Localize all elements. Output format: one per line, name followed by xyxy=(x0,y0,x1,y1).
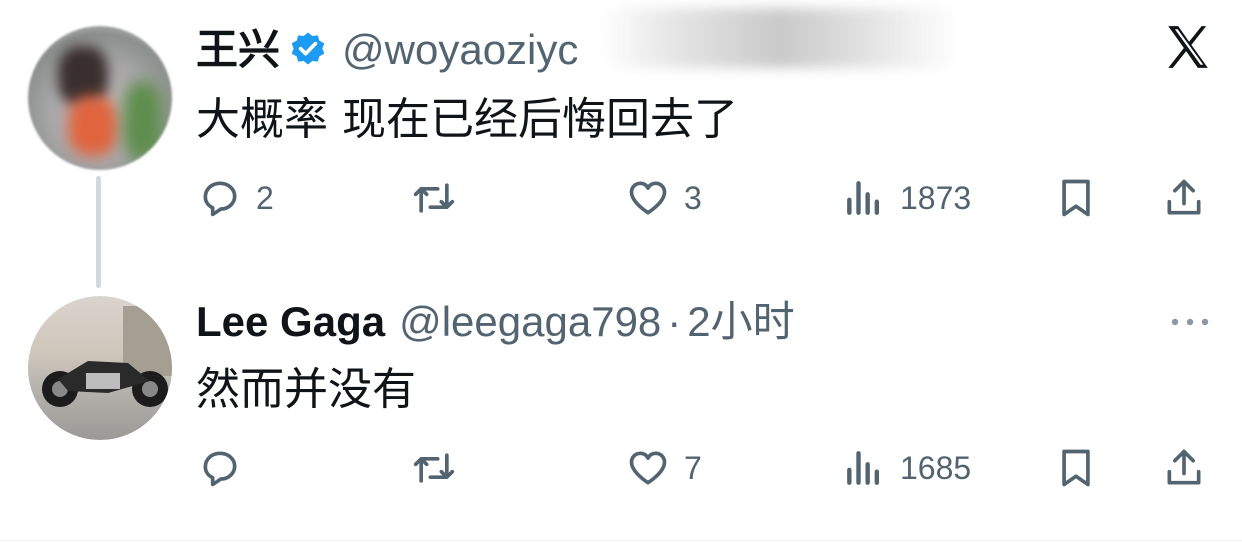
like-button[interactable]: 3 xyxy=(626,176,702,220)
views-count: 1873 xyxy=(900,179,972,216)
avatar[interactable] xyxy=(28,26,172,170)
more-icon[interactable] xyxy=(1168,312,1212,332)
author-name[interactable]: Lee Gaga xyxy=(196,298,385,346)
bookmark-button[interactable] xyxy=(1054,446,1098,490)
reply-button[interactable]: 2 xyxy=(198,176,274,220)
reply-count: 2 xyxy=(256,179,274,216)
share-icon xyxy=(1167,449,1201,485)
author-handle[interactable]: @leegaga798 xyxy=(399,298,661,346)
retweet-button[interactable] xyxy=(412,176,470,220)
bookmark-button[interactable] xyxy=(1054,176,1098,220)
avatar[interactable] xyxy=(28,296,172,440)
tweet-header: 王兴 @woyaoziyc xyxy=(196,26,578,74)
heart-icon xyxy=(629,181,667,215)
views-button[interactable]: 1685 xyxy=(842,446,971,490)
share-icon xyxy=(1167,179,1201,215)
separator: · xyxy=(667,298,682,345)
motorcycle-image xyxy=(42,361,168,407)
reply-button[interactable] xyxy=(198,446,256,490)
like-count: 7 xyxy=(684,449,702,486)
author-name[interactable]: 王兴 xyxy=(196,26,280,74)
like-count: 3 xyxy=(684,179,702,216)
tweet-1[interactable]: 王兴 @woyaoziyc 大概率 现在已经后悔回去了 2 3 1873 xyxy=(0,0,1242,260)
redaction-blur xyxy=(600,8,960,68)
retweet-icon xyxy=(413,453,455,483)
tweet-text: 大概率 现在已经后悔回去了 xyxy=(196,94,738,145)
share-button[interactable] xyxy=(1162,176,1206,220)
action-bar: 2 3 1873 xyxy=(0,176,1242,226)
heart-icon xyxy=(629,451,667,485)
retweet-button[interactable] xyxy=(412,446,470,490)
like-button[interactable]: 7 xyxy=(626,446,702,490)
retweet-icon xyxy=(413,183,455,213)
bookmark-icon xyxy=(1062,449,1090,487)
bookmark-icon xyxy=(1062,179,1090,217)
reply-icon xyxy=(203,181,237,217)
tweet-2[interactable]: Lee Gaga @leegaga798 · 2小时 然而并没有 7 1685 xyxy=(0,260,1242,540)
views-icon xyxy=(847,181,880,215)
share-button[interactable] xyxy=(1162,446,1206,490)
action-bar: 7 1685 xyxy=(0,446,1242,496)
author-handle[interactable]: @woyaoziyc xyxy=(342,26,578,74)
reply-icon xyxy=(203,451,237,487)
tweet-header: Lee Gaga @leegaga798 · 2小时 xyxy=(196,298,795,346)
views-count: 1685 xyxy=(900,449,972,486)
timestamp[interactable]: 2小时 xyxy=(687,298,794,346)
tweet-text: 然而并没有 xyxy=(196,364,416,415)
views-icon xyxy=(847,451,880,485)
divider xyxy=(0,540,1242,541)
views-button[interactable]: 1873 xyxy=(842,176,971,220)
verified-badge-icon xyxy=(291,32,325,65)
